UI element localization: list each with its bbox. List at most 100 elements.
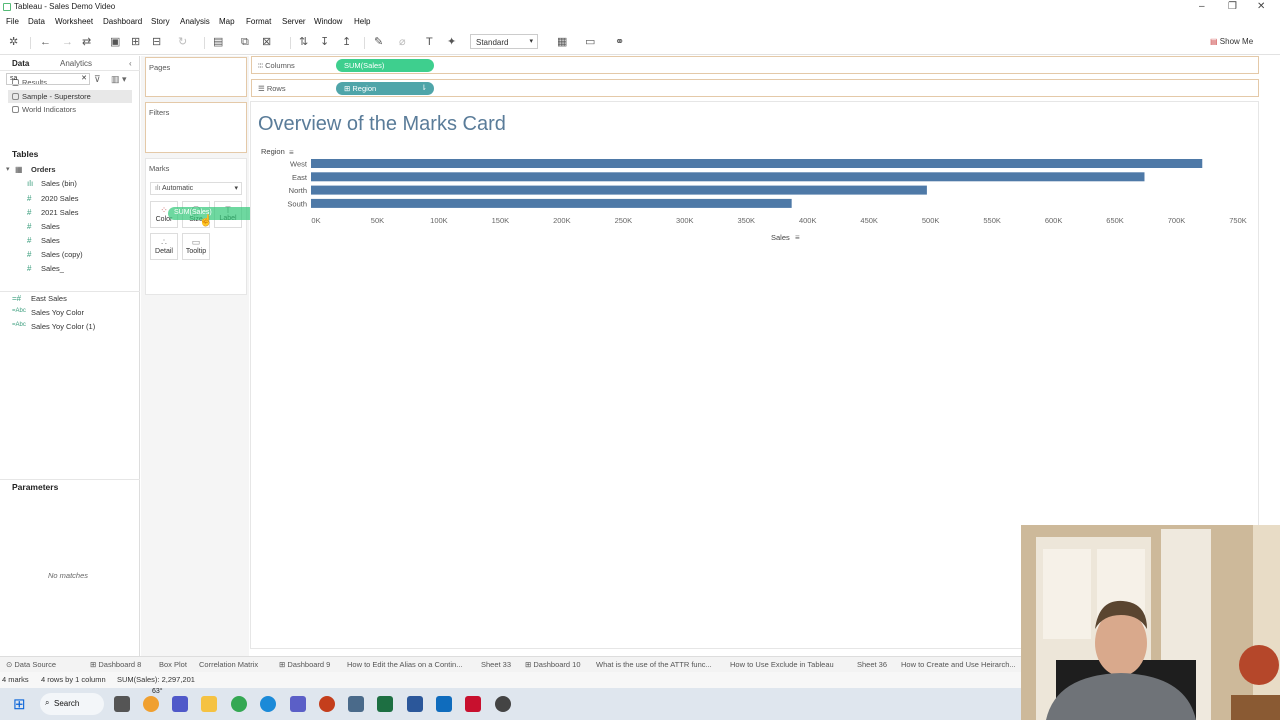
menu-format[interactable]: Format — [246, 17, 271, 26]
menu-worksheet[interactable]: Worksheet — [55, 17, 93, 26]
row-label-east[interactable]: East — [292, 173, 308, 182]
bar-south[interactable] — [311, 198, 792, 208]
table-orders[interactable]: Orders — [31, 165, 56, 174]
field-search-input[interactable]: sa ✕ — [6, 73, 90, 85]
teams-chat-icon[interactable] — [172, 696, 188, 712]
clear-search-icon[interactable]: ✕ — [81, 74, 87, 82]
tableau-taskbar-icon[interactable] — [348, 696, 364, 712]
word-icon[interactable] — [407, 696, 423, 712]
columns-pill[interactable]: SUM(Sales) — [336, 59, 434, 72]
tab-sheet-36[interactable]: Sheet 36 — [857, 660, 887, 669]
new-datasource-icon[interactable]: ⊞ — [131, 36, 140, 48]
tab-hierarchy[interactable]: How to Create and Use Heirarch... — [901, 660, 1016, 669]
taskbar-search-button[interactable]: ⌕ Search — [40, 693, 104, 715]
mark-type-select[interactable]: ılı Automatic ▾ — [150, 182, 242, 195]
save-icon[interactable]: ▣ — [110, 36, 120, 48]
clear-sheet-icon[interactable]: ⊠ — [262, 36, 271, 48]
bar-west[interactable] — [311, 159, 1203, 168]
sort-icon[interactable]: ≡ — [795, 233, 800, 242]
menu-dashboard[interactable]: Dashboard — [103, 17, 142, 26]
tab-dashboard-10[interactable]: ⊞ Dashboard 10 — [525, 660, 581, 669]
menu-map[interactable]: Map — [219, 17, 235, 26]
field-sales-2[interactable]: Sales — [41, 236, 60, 245]
rows-pill[interactable]: ⊞ Region ⇂ — [336, 82, 434, 95]
menu-story[interactable]: Story — [151, 17, 170, 26]
bar-north[interactable] — [311, 185, 927, 195]
sort-ascending-icon[interactable]: ↧ — [320, 36, 329, 48]
tab-data-source[interactable]: ⊙ Data Source — [6, 660, 56, 669]
obs-icon[interactable] — [495, 696, 511, 712]
field-2021-sales[interactable]: 2021 Sales — [41, 208, 79, 217]
share-icon[interactable]: ⚭ — [615, 36, 624, 48]
field-sales-bin[interactable]: Sales (bin) — [41, 179, 77, 188]
tab-edit-alias[interactable]: How to Edit the Alias on a Contin... — [347, 660, 462, 669]
replay-icon[interactable]: ⇄ — [82, 36, 91, 48]
swap-icon[interactable]: ⇅ — [299, 36, 308, 48]
row-label-north[interactable]: North — [289, 186, 307, 195]
pin-icon[interactable]: ✦ — [447, 36, 456, 48]
tab-correlation-matrix[interactable]: Correlation Matrix — [199, 660, 258, 669]
tab-dashboard-9[interactable]: ⊞ Dashboard 9 — [279, 660, 330, 669]
menu-server[interactable]: Server — [282, 17, 306, 26]
edge-icon[interactable] — [260, 696, 276, 712]
minimize-icon[interactable]: – — [1199, 1, 1205, 12]
filter-icon[interactable]: ⊽ — [94, 74, 101, 85]
close-icon[interactable]: ✕ — [1257, 1, 1265, 12]
row-label-south[interactable]: South — [287, 199, 307, 208]
duplicate-sheet-icon[interactable]: ⧉ — [241, 36, 249, 48]
task-view-icon[interactable] — [114, 696, 130, 712]
tab-exclude[interactable]: How to Use Exclude in Tableau — [730, 660, 834, 669]
acrobat-icon[interactable] — [465, 696, 481, 712]
filters-card[interactable]: Filters — [145, 102, 247, 153]
tooltip-button[interactable]: ▭ Tooltip — [182, 233, 210, 260]
collapse-pane-icon[interactable]: ‹ — [129, 59, 132, 68]
field-sales-copy[interactable]: Sales (copy) — [41, 250, 83, 259]
field-sales-yoy-color[interactable]: Sales Yoy Color — [31, 308, 84, 317]
chrome-icon[interactable] — [231, 696, 247, 712]
rows-shelf[interactable]: ☰ Rows ⊞ Region ⇂ — [251, 79, 1259, 97]
field-sales[interactable]: Sales — [41, 222, 60, 231]
presentation-icon[interactable]: ▭ — [585, 36, 595, 48]
undo-icon[interactable]: ← — [40, 36, 51, 48]
tab-data[interactable]: Data — [12, 59, 29, 68]
powerpoint-icon[interactable] — [319, 696, 335, 712]
tab-attr-function[interactable]: What is the use of the ATTR func... — [596, 660, 712, 669]
pause-updates-icon[interactable]: ⊟ — [152, 36, 161, 48]
sort-icon[interactable]: ≡ — [289, 148, 294, 157]
new-worksheet-icon[interactable]: ▤ — [213, 36, 223, 48]
fit-select[interactable]: Standard ▾ — [470, 34, 538, 49]
tab-box-plot[interactable]: Box Plot — [159, 660, 187, 669]
field-sales-underscore[interactable]: Sales_ — [41, 264, 64, 273]
field-2020-sales[interactable]: 2020 Sales — [41, 194, 79, 203]
tab-dashboard-8[interactable]: ⊞ Dashboard 8 — [90, 660, 141, 669]
restore-icon[interactable]: ❐ — [1228, 1, 1237, 12]
show-labels-icon[interactable]: T — [426, 36, 433, 48]
menu-file[interactable]: File — [6, 17, 19, 26]
menu-window[interactable]: Window — [314, 17, 342, 26]
datasource-world-indicators[interactable]: World Indicators — [12, 105, 76, 114]
field-east-sales[interactable]: East Sales — [31, 294, 67, 303]
excel-icon[interactable] — [377, 696, 393, 712]
weather-icon[interactable] — [143, 696, 159, 712]
tab-analytics[interactable]: Analytics — [60, 59, 92, 68]
menu-data[interactable]: Data — [28, 17, 45, 26]
sort-descending-icon[interactable]: ↥ — [342, 36, 351, 48]
outlook-icon[interactable] — [436, 696, 452, 712]
windows-start-icon[interactable]: ⊞ — [13, 695, 26, 713]
bar-east[interactable] — [311, 172, 1145, 182]
menu-help[interactable]: Help — [354, 17, 370, 26]
pages-card[interactable]: Pages — [145, 57, 247, 97]
show-cards-icon[interactable]: ▦ — [557, 36, 567, 48]
teams-icon[interactable] — [290, 696, 306, 712]
group-icon[interactable]: ⌀ — [399, 36, 406, 48]
tableau-logo-icon[interactable]: ✲ — [9, 36, 18, 48]
tab-sheet-33[interactable]: Sheet 33 — [481, 660, 511, 669]
menu-analysis[interactable]: Analysis — [180, 17, 210, 26]
expand-icon[interactable]: ▾ — [6, 165, 10, 173]
columns-shelf[interactable]: ⦙⦙⦙ Columns SUM(Sales) — [251, 56, 1259, 74]
row-label-west[interactable]: West — [290, 160, 308, 169]
refresh-icon[interactable]: ↻ — [178, 36, 187, 48]
field-sales-yoy-color-1[interactable]: Sales Yoy Color (1) — [31, 322, 95, 331]
datasource-superstore[interactable]: Sample - Superstore — [12, 92, 91, 101]
highlight-icon[interactable]: ✎ — [374, 36, 383, 48]
